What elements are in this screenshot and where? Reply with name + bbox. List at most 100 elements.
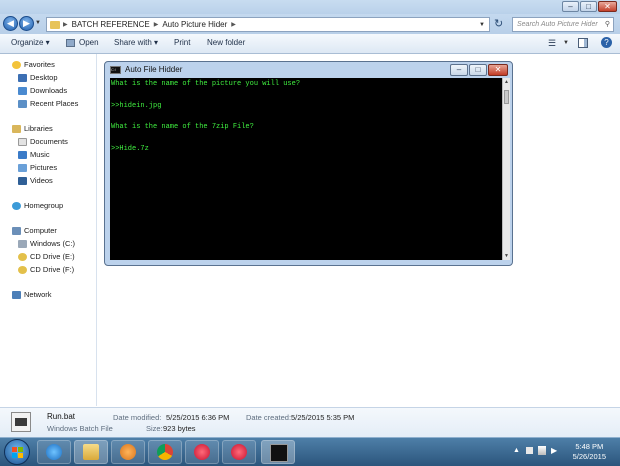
console-title-bar[interactable]: C:\ Auto File Hidder – □ ✕: [105, 62, 512, 78]
print-button[interactable]: Print: [174, 38, 190, 47]
file-name: Run.bat: [47, 412, 76, 421]
action-center-icon[interactable]: [526, 447, 533, 454]
nav-label: Network: [24, 290, 52, 299]
console-minimize-button[interactable]: –: [450, 64, 468, 76]
nav-computer[interactable]: Computer: [12, 226, 57, 235]
scroll-up-icon[interactable]: ▲: [504, 79, 509, 85]
nav-cd-drive-e[interactable]: CD Drive (E:): [18, 252, 75, 261]
size-value: 923 bytes: [163, 424, 196, 433]
documents-icon: [18, 137, 27, 146]
address-dropdown-icon[interactable]: ▼: [479, 22, 485, 28]
scrollbar-thumb[interactable]: [504, 90, 509, 104]
forward-button[interactable]: ▶: [19, 16, 34, 31]
nav-windows-c[interactable]: Windows (C:): [18, 239, 75, 248]
nav-network[interactable]: Network: [12, 290, 52, 299]
nav-music[interactable]: Music: [18, 150, 50, 159]
maximize-button[interactable]: □: [580, 1, 597, 12]
minimize-button[interactable]: –: [562, 1, 579, 12]
console-line: >>hidein.jpg: [111, 102, 162, 110]
console-title: Auto File Hidder: [125, 65, 183, 74]
address-row: ◀ ▶ ▼ ▶ BATCH REFERENCE ▶ Auto Picture H…: [0, 14, 620, 34]
nav-libraries[interactable]: Libraries: [12, 124, 53, 133]
nav-cd-drive-f[interactable]: CD Drive (F:): [18, 265, 74, 274]
clock-time: 5:48 PM: [575, 442, 604, 451]
chrome-icon: [157, 444, 173, 460]
nav-label: Pictures: [30, 163, 58, 172]
nav-label: Recent Places: [30, 99, 79, 108]
console-close-button[interactable]: ✕: [488, 64, 508, 76]
view-options-icon[interactable]: ☰: [548, 38, 556, 49]
nav-label: Downloads: [30, 86, 68, 95]
close-button[interactable]: ✕: [598, 1, 617, 12]
console-maximize-button[interactable]: □: [469, 64, 487, 76]
nav-documents[interactable]: Documents: [18, 137, 68, 146]
show-hidden-icons-icon[interactable]: ▲: [513, 447, 520, 454]
nav-label: Computer: [24, 226, 57, 235]
breadcrumb-item[interactable]: Auto Picture Hider: [159, 20, 230, 29]
address-bar[interactable]: ▶ BATCH REFERENCE ▶ Auto Picture Hider ▶…: [46, 17, 490, 32]
search-placeholder: Search Auto Picture Hider: [517, 21, 598, 28]
nav-homegroup[interactable]: Homegroup: [12, 201, 63, 210]
view-options-chevron-icon[interactable]: ▼: [563, 40, 569, 46]
taskbar-file-explorer[interactable]: [74, 440, 108, 464]
nav-pictures[interactable]: Pictures: [18, 163, 57, 172]
taskbar-internet-explorer[interactable]: [37, 440, 71, 464]
network-status-icon[interactable]: [538, 446, 546, 455]
taskbar-itunes-1[interactable]: [185, 440, 219, 464]
volume-icon[interactable]: ▶: [551, 446, 557, 455]
open-button[interactable]: Open: [79, 38, 99, 47]
taskbar-chrome[interactable]: [148, 440, 182, 464]
share-with-button[interactable]: Share with ▾: [114, 38, 158, 47]
drive-icon: [18, 239, 27, 248]
libraries-icon: [12, 124, 21, 133]
refresh-icon[interactable]: ↻: [494, 17, 503, 30]
taskbar-media-player[interactable]: [111, 440, 145, 464]
back-button[interactable]: ◀: [3, 16, 18, 31]
start-button[interactable]: [4, 439, 30, 465]
command-prompt-icon: C:\: [110, 66, 121, 74]
breadcrumb-item[interactable]: BATCH REFERENCE: [69, 20, 153, 29]
console-line: What is the name of the picture you will…: [111, 80, 301, 88]
scroll-down-icon[interactable]: ▼: [504, 253, 509, 259]
taskbar-command-prompt[interactable]: [261, 440, 295, 464]
breadcrumb-separator-icon: ▶: [63, 22, 68, 28]
date-created-value: 5/25/2015 5:35 PM: [291, 413, 355, 422]
taskbar-itunes-2[interactable]: [222, 440, 256, 464]
help-icon[interactable]: ?: [601, 37, 612, 48]
date-created-label: Date created:: [246, 413, 292, 422]
batch-file-icon: [11, 412, 31, 432]
folder-icon: [50, 20, 60, 29]
pictures-icon: [18, 163, 27, 172]
nav-favorites[interactable]: Favorites: [12, 60, 55, 69]
nav-videos[interactable]: Videos: [18, 176, 53, 185]
open-icon: [66, 39, 75, 47]
nav-label: Videos: [30, 176, 53, 185]
breadcrumb-separator-icon: ▶: [153, 22, 159, 28]
organize-button[interactable]: Organize ▾: [11, 38, 50, 47]
console-output[interactable]: What is the name of the picture you will…: [110, 78, 502, 260]
nav-desktop[interactable]: Desktop: [18, 73, 58, 82]
search-input[interactable]: Search Auto Picture Hider ⚲: [512, 17, 614, 32]
preview-pane-icon[interactable]: [578, 38, 588, 48]
nav-recent-places[interactable]: Recent Places: [18, 99, 78, 108]
date-modified-label: Date modified:: [113, 413, 162, 422]
computer-icon: [12, 226, 21, 235]
nav-label: Homegroup: [24, 201, 64, 210]
console-window[interactable]: C:\ Auto File Hidder – □ ✕ What is the n…: [104, 61, 513, 266]
new-folder-button[interactable]: New folder: [207, 38, 245, 47]
console-line: What is the name of the 7zip File?: [111, 123, 254, 131]
folder-icon: [83, 444, 99, 460]
recent-pages-chevron-icon[interactable]: ▼: [35, 20, 41, 26]
desktop-icon: [18, 73, 27, 82]
nav-label: CD Drive (F:): [30, 265, 75, 274]
recent-places-icon: [18, 99, 27, 108]
clock-date: 5/26/2015: [572, 452, 606, 461]
date-modified-value: 5/25/2015 6:36 PM: [166, 413, 230, 422]
nav-label: Libraries: [24, 124, 53, 133]
console-scrollbar[interactable]: ▲ ▼: [502, 78, 510, 260]
cd-drive-icon: [18, 265, 27, 274]
homegroup-icon: [12, 201, 21, 210]
star-icon: [12, 60, 21, 69]
nav-downloads[interactable]: Downloads: [18, 86, 67, 95]
system-clock[interactable]: 5:48 PM 5/26/2015: [573, 442, 606, 462]
